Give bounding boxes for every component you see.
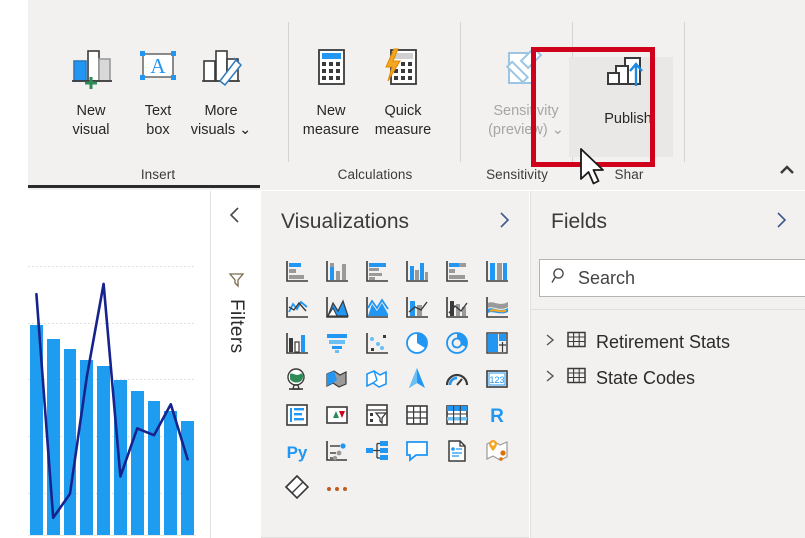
chart-line-series — [35, 282, 189, 520]
qna-icon[interactable] — [402, 436, 432, 466]
multi-row-card-icon[interactable] — [282, 400, 312, 430]
combo-chart-visual[interactable] — [28, 191, 196, 538]
fields-pane-header: Fields — [531, 191, 805, 253]
svg-text:R: R — [490, 406, 504, 427]
table-icon — [567, 331, 586, 353]
new-visual-icon — [66, 42, 116, 100]
visualization-type-grid[interactable]: 123 R Py — [277, 253, 515, 505]
more-visuals-button[interactable]: More visuals ⌄ — [190, 42, 252, 140]
visualizations-pane-title: Visualizations — [281, 210, 410, 233]
group-separator — [684, 22, 685, 162]
decomposition-tree-icon[interactable] — [362, 436, 392, 466]
ribbon-group-calculations: New measure Quick measure Calculations — [290, 0, 460, 188]
ribbon-chart-icon[interactable] — [482, 292, 512, 322]
paginated-report-icon[interactable] — [442, 436, 472, 466]
funnel-chart-icon[interactable] — [322, 328, 352, 358]
new-visual-button[interactable]: New visual — [60, 42, 122, 140]
fields-pane: Fields Search Retirement Stats State Cod… — [530, 191, 805, 538]
chevron-left-icon[interactable] — [228, 206, 242, 229]
text-box-icon: A — [133, 42, 183, 100]
new-measure-icon — [306, 42, 356, 100]
esri-map-icon[interactable] — [482, 436, 512, 466]
table-icon[interactable] — [402, 400, 432, 430]
search-placeholder: Search — [578, 267, 636, 288]
group-separator — [288, 22, 289, 162]
ribbon-group-label-insert: Insert — [140, 167, 176, 182]
text-box-button[interactable]: A Text box — [127, 42, 189, 140]
svg-text:123: 123 — [489, 375, 504, 385]
power-bi-window: New visual A Text box More visuals ⌄ Ins… — [0, 0, 805, 538]
waterfall-chart-icon[interactable] — [282, 328, 312, 358]
100-stacked-bar-chart-icon[interactable] — [442, 256, 472, 286]
donut-chart-icon[interactable] — [442, 328, 472, 358]
chevron-right-icon[interactable] — [545, 333, 557, 351]
svg-text:Py: Py — [287, 443, 308, 462]
power-apps-icon[interactable] — [282, 472, 312, 502]
chevron-right-icon[interactable] — [545, 369, 557, 387]
more-options-icon[interactable] — [322, 472, 352, 502]
mouse-pointer-icon — [578, 148, 608, 195]
ribbon-tab-underline — [28, 185, 260, 188]
chevron-up-icon[interactable] — [779, 163, 795, 180]
ribbon-group-insert: New visual A Text box More visuals ⌄ Ins… — [42, 0, 274, 188]
new-measure-label: New measure — [302, 103, 360, 138]
100-stacked-column-chart-icon[interactable] — [482, 256, 512, 286]
svg-text:A: A — [150, 54, 166, 78]
card-icon[interactable]: 123 — [482, 364, 512, 394]
scatter-chart-icon[interactable] — [362, 328, 392, 358]
table-icon — [567, 367, 586, 389]
fields-search-box[interactable]: Search — [539, 259, 805, 297]
r-script-visual-icon[interactable]: R — [482, 400, 512, 430]
ribbon: New visual A Text box More visuals ⌄ Ins… — [28, 0, 805, 190]
line-and-clustered-column-chart-icon[interactable] — [442, 292, 472, 322]
quick-measure-label: Quick measure — [374, 103, 432, 138]
funnel-icon[interactable] — [228, 271, 245, 294]
chevron-right-icon[interactable] — [774, 211, 788, 234]
chevron-right-icon[interactable] — [497, 211, 511, 234]
clustered-bar-chart-icon[interactable] — [362, 256, 392, 286]
treemap-icon[interactable] — [482, 328, 512, 358]
quick-measure-button[interactable]: Quick measure — [372, 42, 434, 140]
clustered-column-chart-icon[interactable] — [402, 256, 432, 286]
stacked-column-chart-icon[interactable] — [322, 256, 352, 286]
filled-map-icon[interactable] — [322, 364, 352, 394]
quick-measure-icon — [378, 42, 428, 100]
ribbon-group-label-calculations: Calculations — [337, 167, 413, 182]
pane-divider — [531, 309, 805, 310]
field-table-state-codes[interactable]: State Codes — [545, 363, 695, 393]
field-table-label: State Codes — [596, 367, 696, 388]
search-icon — [551, 267, 569, 290]
area-chart-icon[interactable] — [322, 292, 352, 322]
matrix-icon[interactable] — [442, 400, 472, 430]
arcgis-map-icon[interactable] — [402, 364, 432, 394]
kpi-icon[interactable] — [322, 400, 352, 430]
line-and-stacked-column-chart-icon[interactable] — [402, 292, 432, 322]
pie-chart-icon[interactable] — [402, 328, 432, 358]
key-influencers-icon[interactable] — [322, 436, 352, 466]
python-visual-icon[interactable]: Py — [282, 436, 312, 466]
stacked-bar-chart-icon[interactable] — [282, 256, 312, 286]
fields-pane-title: Fields — [551, 210, 608, 233]
gauge-icon[interactable] — [442, 364, 472, 394]
report-canvas[interactable] — [0, 191, 210, 538]
text-box-label: Text box — [144, 103, 172, 138]
visualizations-pane-header: Visualizations — [261, 191, 529, 253]
new-measure-button[interactable]: New measure — [300, 42, 362, 140]
map-icon[interactable] — [282, 364, 312, 394]
visualizations-pane: Visualizations 123 R Py — [261, 191, 529, 538]
more-visuals-label: More visuals ⌄ — [190, 103, 252, 138]
shape-map-icon[interactable] — [362, 364, 392, 394]
field-table-label: Retirement Stats — [596, 331, 731, 352]
stacked-area-chart-icon[interactable] — [362, 292, 392, 322]
line-chart-icon[interactable] — [282, 292, 312, 322]
filters-pane-title: Filters — [226, 299, 247, 354]
slicer-icon[interactable] — [362, 400, 392, 430]
filters-pane[interactable]: Filters — [210, 191, 262, 538]
ribbon-group-label-sensitivity: Sensitivity — [486, 167, 548, 182]
more-visuals-icon — [196, 42, 246, 100]
new-visual-label: New visual — [72, 103, 110, 138]
field-table-retirement-stats[interactable]: Retirement Stats — [545, 327, 730, 357]
group-separator — [460, 22, 461, 162]
